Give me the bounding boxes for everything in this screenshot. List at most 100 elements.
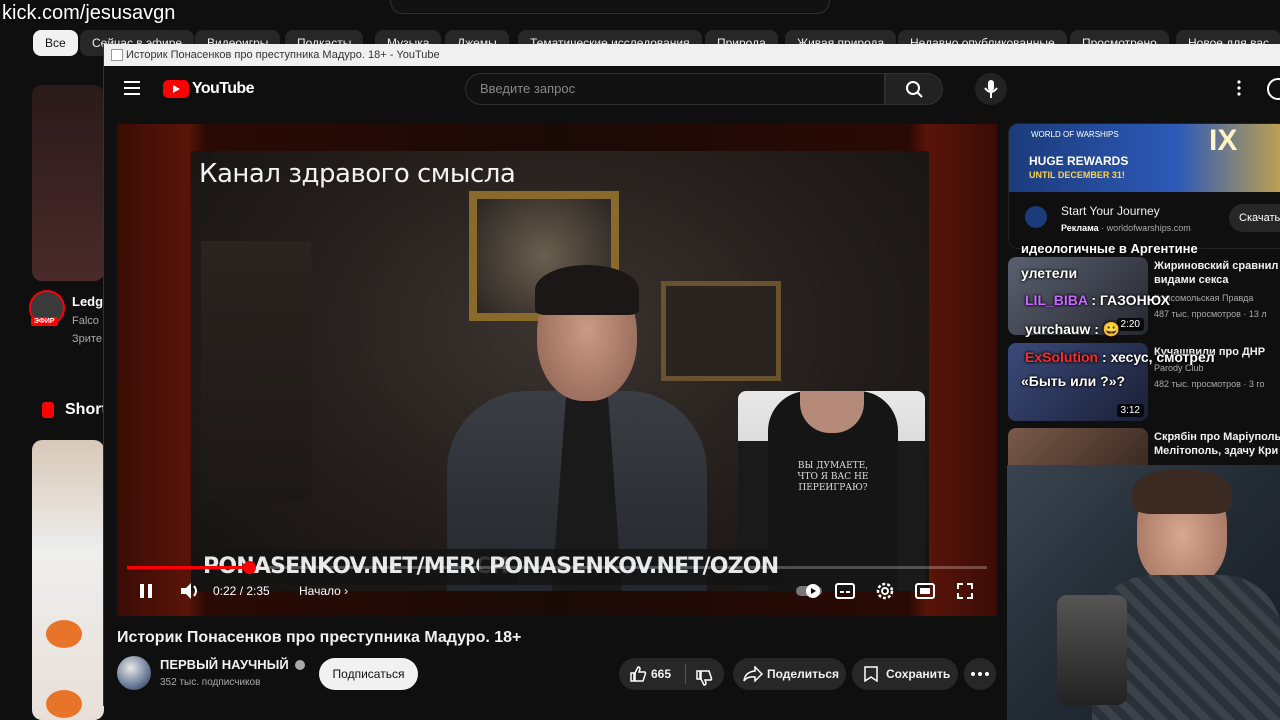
fullscreen-button[interactable] <box>955 576 975 606</box>
chat-message: ExSolution : хесус, смотрел <box>1025 349 1215 365</box>
more-horizontal-icon <box>971 672 989 676</box>
hoodie-print: ВЫ ДУМАЕТЕ, ЧТО Я ВАС НЕ ПЕРЕИГРАЮ? <box>797 461 869 493</box>
progress-bar[interactable] <box>127 561 987 574</box>
subscribe-button[interactable]: Подписаться <box>319 658 418 690</box>
subscriber-count: 352 тыс. подписчиков <box>160 677 261 688</box>
recommendation-meta: 487 тыс. просмотров · 13 л <box>1154 309 1267 319</box>
video-player[interactable]: Канал здравого смысла ВЫ ДУМАЕТЕ, ЧТО Я … <box>117 124 997 616</box>
background-curtain <box>201 241 311 501</box>
share-label: Поделиться <box>767 667 840 681</box>
recommendation-meta: 482 тыс. просмотров · 3 го <box>1154 379 1265 389</box>
settings-button[interactable] <box>875 576 895 606</box>
ad-label: Реклама <box>1061 223 1099 233</box>
ad-banner[interactable]: WORLD OF WARSHIPS HUGE REWARDS UNTIL DEC… <box>1009 124 1280 192</box>
chat-username: yurchauw <box>1025 321 1091 337</box>
search-input[interactable]: Введите запрос <box>465 73 885 105</box>
more-actions-button[interactable] <box>964 658 996 690</box>
chat-username: ExSolution <box>1025 349 1099 365</box>
save-label: Сохранить <box>886 667 951 681</box>
like-divider <box>685 664 686 684</box>
bg-live-viewers: Зрите <box>72 333 102 345</box>
shorts-icon <box>42 402 54 418</box>
bookmark-icon <box>864 666 878 682</box>
thumbs-up-icon <box>630 666 647 682</box>
stream-url-overlay: kick.com/jesusavgn <box>2 2 176 24</box>
youtube-logo-icon[interactable] <box>163 80 189 98</box>
streamer-hair <box>1132 469 1232 514</box>
window-titlebar[interactable]: Историк Понасенков про преступника Мадур… <box>104 44 1280 66</box>
like-button[interactable]: 665 <box>627 658 683 690</box>
streamer-webcam <box>1007 465 1280 720</box>
video-overlay-title: Канал здравого смысла <box>199 159 516 189</box>
volume-button[interactable] <box>179 576 201 606</box>
search-button[interactable] <box>885 73 943 105</box>
theater-mode-button[interactable] <box>915 576 935 606</box>
chat-text: : хесус, смотрел <box>1098 349 1215 365</box>
chat-text: : ГАЗОНЮХ <box>1087 292 1170 308</box>
chevron-right-icon: › <box>344 584 349 598</box>
recommendation-title[interactable]: Скрябін про Маріуполь Мелітополь, здачу … <box>1154 430 1280 458</box>
channel-avatar[interactable] <box>117 656 151 690</box>
like-dislike-group: 665 <box>619 658 724 690</box>
microphone-icon <box>984 80 998 98</box>
video-duration: 3:12 <box>1116 404 1144 417</box>
account-icon[interactable] <box>1267 78 1280 100</box>
subtitles-button[interactable] <box>835 576 855 606</box>
chat-message: LIL_BIBA : ГАЗОНЮХ <box>1025 292 1170 308</box>
chat-text: : 😀 <box>1090 321 1121 337</box>
bg-live-channel: Falco <box>72 315 99 327</box>
chat-message: yurchauw : 😀 <box>1025 321 1120 338</box>
recommendation-title[interactable]: Жириновский сравнил с видами секса <box>1154 259 1280 287</box>
channel-name[interactable]: ПЕРВЫЙ НАУЧНЫЙ <box>160 657 306 672</box>
like-count: 665 <box>651 667 672 681</box>
autoplay-toggle[interactable] <box>795 576 823 606</box>
ad-cta-button[interactable]: Скачать <box>1229 204 1280 232</box>
youtube-logo-text[interactable]: YouTube <box>192 80 254 98</box>
volume-icon <box>181 583 197 599</box>
channel-name-text: ПЕРВЫЙ НАУЧНЫЙ <box>160 657 289 672</box>
ad-card[interactable]: WORLD OF WARSHIPS HUGE REWARDS UNTIL DEC… <box>1008 123 1280 249</box>
egg-yolk <box>46 620 82 648</box>
thumbs-down-icon <box>696 670 713 686</box>
chapter-button[interactable]: Начало › <box>299 576 348 606</box>
verified-icon <box>295 660 306 670</box>
more-options-icon[interactable] <box>1237 80 1241 101</box>
dislike-button[interactable] <box>695 666 713 698</box>
gear-icon <box>876 582 894 600</box>
chat-message: идеологичные в Аргентине <box>1021 241 1198 256</box>
chat-message: улетели <box>1021 265 1078 281</box>
window-title: Историк Понасенков про преступника Мадур… <box>126 49 440 61</box>
fullscreen-icon <box>957 583 973 599</box>
chat-message: «Быть или ?»? <box>1021 373 1126 389</box>
theater-icon <box>915 583 935 599</box>
time-display: 0:22 / 2:35 <box>213 584 270 598</box>
ad-brand: WORLD OF WARSHIPS <box>1031 130 1119 139</box>
pause-icon <box>140 584 152 598</box>
autoplay-icon <box>796 584 822 598</box>
youtube-header: YouTube Введите запрос <box>104 66 1280 112</box>
ad-banner-line1: HUGE REWARDS <box>1029 154 1129 168</box>
chip-all[interactable]: Все <box>33 30 78 56</box>
save-button[interactable]: Сохранить <box>852 658 958 690</box>
pause-button[interactable] <box>137 576 155 606</box>
search-icon <box>906 81 923 98</box>
ad-banner-numeral: IX <box>1209 124 1238 157</box>
video-frame[interactable]: Канал здравого смысла ВЫ ДУМАЕТЕ, ЧТО Я … <box>191 151 929 591</box>
bg-search-input[interactable] <box>390 0 830 14</box>
live-badge: ЭФИР <box>31 317 58 326</box>
bg-live-thumbnail[interactable] <box>32 85 104 281</box>
share-icon <box>743 666 763 682</box>
bg-short-thumbnail[interactable] <box>32 440 104 720</box>
subtitles-icon <box>835 583 855 599</box>
chapter-label: Начало <box>299 584 341 598</box>
window-favicon-icon <box>111 49 123 61</box>
speaker-figure <box>437 265 717 591</box>
voice-search-button[interactable] <box>975 73 1007 105</box>
menu-icon[interactable] <box>124 81 140 100</box>
shorts-heading: Short <box>65 401 107 418</box>
ad-domain: worldofwarships.com <box>1106 223 1191 233</box>
video-title: Историк Понасенков про преступника Мадур… <box>117 629 522 646</box>
ad-banner-line2: UNTIL DECEMBER 31! <box>1029 170 1125 180</box>
share-button[interactable]: Поделиться <box>733 658 846 690</box>
ad-title[interactable]: Start Your Journey <box>1061 204 1160 218</box>
